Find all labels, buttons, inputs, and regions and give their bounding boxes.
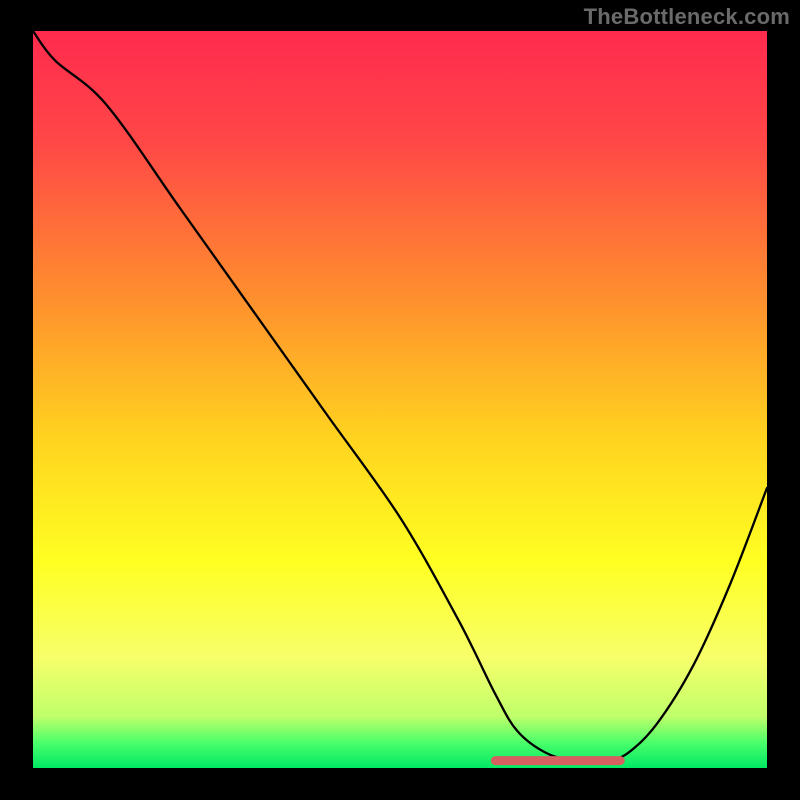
chart-frame: TheBottleneck.com	[0, 0, 800, 800]
watermark-text: TheBottleneck.com	[584, 4, 790, 30]
plot-background	[33, 31, 767, 768]
bottleneck-chart	[0, 0, 800, 800]
